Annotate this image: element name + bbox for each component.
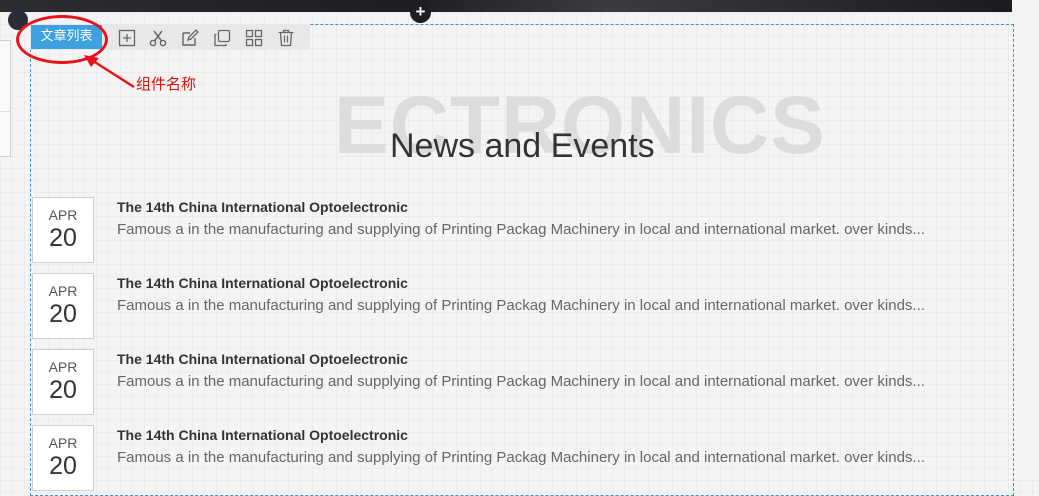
left-side-panel <box>0 40 11 157</box>
date-badge: APR 20 <box>32 349 94 415</box>
add-component-button[interactable]: + <box>410 2 431 23</box>
news-item[interactable]: APR 20 The 14th China International Opto… <box>32 197 1002 263</box>
news-item[interactable]: APR 20 The 14th China International Opto… <box>32 273 1002 339</box>
news-title-link[interactable]: The 14th China International Optoelectro… <box>117 351 408 367</box>
date-month: APR <box>48 435 78 451</box>
news-description: Famous a in the manufacturing and supply… <box>117 221 925 238</box>
date-badge: APR 20 <box>32 425 94 491</box>
section-title: News and Events <box>390 127 655 165</box>
news-description: Famous a in the manufacturing and supply… <box>117 297 925 314</box>
trash-icon[interactable] <box>276 28 296 48</box>
date-day: 20 <box>49 452 77 480</box>
panel-divider <box>0 111 10 112</box>
date-day: 20 <box>49 376 77 404</box>
news-title-link[interactable]: The 14th China International Optoelectro… <box>117 275 408 291</box>
top-banner-strip <box>0 0 1012 12</box>
scissors-icon[interactable] <box>148 28 168 48</box>
news-description: Famous a in the manufacturing and supply… <box>117 449 925 466</box>
date-badge: APR 20 <box>32 273 94 339</box>
date-day: 20 <box>49 224 77 252</box>
news-item[interactable]: APR 20 The 14th China International Opto… <box>32 349 1002 415</box>
copy-icon[interactable] <box>212 28 232 48</box>
annotation-arrow <box>84 55 135 89</box>
grid-icon[interactable] <box>244 28 264 48</box>
right-margin <box>1012 0 1039 480</box>
date-badge: APR 20 <box>32 197 94 263</box>
date-month: APR <box>48 359 78 375</box>
edit-icon[interactable] <box>180 28 200 48</box>
news-title-link[interactable]: The 14th China International Optoelectro… <box>117 199 408 215</box>
annotation-label: 组件名称 <box>136 75 197 93</box>
news-description: Famous a in the manufacturing and supply… <box>117 373 925 390</box>
news-item[interactable]: APR 20 The 14th China International Opto… <box>32 425 1002 491</box>
date-month: APR <box>48 283 78 299</box>
add-icon[interactable] <box>117 28 137 48</box>
date-day: 20 <box>49 300 77 328</box>
date-month: APR <box>48 207 78 223</box>
news-title-link[interactable]: The 14th China International Optoelectro… <box>117 427 408 443</box>
